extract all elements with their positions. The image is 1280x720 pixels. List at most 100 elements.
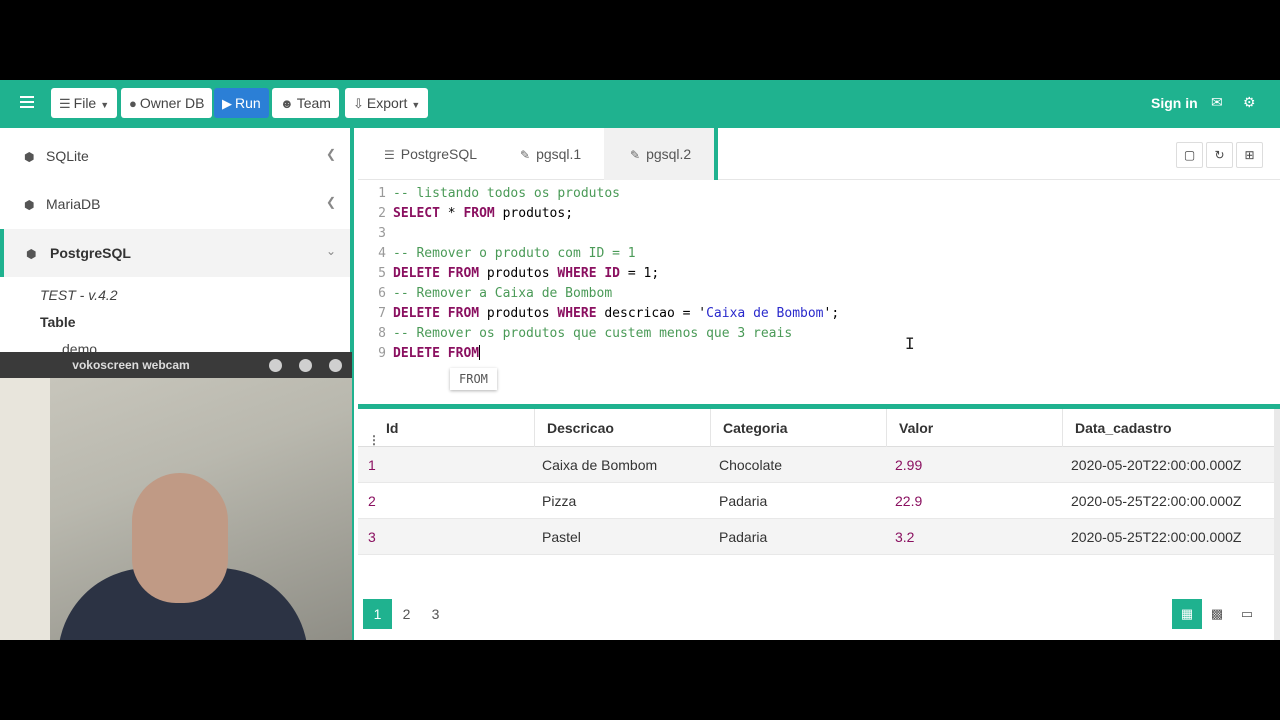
line-number: 4 xyxy=(378,246,386,261)
webcam-overlay: vokoscreen webcam xyxy=(0,352,352,640)
file-menu-button[interactable]: ☰ File ▼ xyxy=(51,88,118,118)
save-button[interactable]: ▢ xyxy=(1176,142,1203,168)
cell-categoria: Padaria xyxy=(719,529,768,545)
export-menu-button[interactable]: ⇩ Export ▼ xyxy=(345,88,429,118)
bar-chart-icon: ▩ xyxy=(1210,606,1224,621)
cell-id: 3 xyxy=(368,529,376,545)
line-number: 1 xyxy=(378,186,386,201)
play-icon: ▶ xyxy=(222,96,232,111)
app-window: ☰ File ▼ ● Owner DB ▶ Run ☻ Team ⇩ Export ▼ Sig… xyxy=(0,80,1280,640)
cell-descricao: Caixa de Bombom xyxy=(542,457,658,473)
column-header-label: Categoria xyxy=(723,420,788,436)
hamburger-icon[interactable] xyxy=(20,96,36,110)
version-label: TEST - v.4.2 xyxy=(40,287,118,303)
cell-valor: 22.9 xyxy=(895,493,923,509)
code-comment: -- Remover os produtos que custem menos … xyxy=(393,326,793,341)
table-row[interactable]: 2 Pizza Padaria 22.9 2020-05-25T22:00:00… xyxy=(358,483,1274,519)
refresh-button[interactable]: ↻ xyxy=(1206,142,1233,168)
users-icon: ☻ xyxy=(280,96,294,111)
line-number: 8 xyxy=(378,326,386,341)
column-header-label: Descricao xyxy=(547,420,614,436)
mouse-ibeam-cursor: I xyxy=(905,334,915,353)
page-button-1[interactable]: 1 xyxy=(363,599,392,629)
autocomplete-suggestion[interactable]: FROM xyxy=(450,368,497,390)
sidebar-item-label: SQLite xyxy=(46,148,89,164)
table-icon: ▦ xyxy=(1180,606,1194,621)
editor-tabs: ☰ PostgreSQL ✎ pgsql.1 ✎ pgsql.2 ▢ ↻ ⊞ xyxy=(358,128,1280,180)
code-statement: DELETE FROM xyxy=(393,345,481,361)
code-statement: DELETE FROM produtos WHERE ID = 1; xyxy=(393,266,660,281)
column-header-data-cadastro[interactable]: Data_cadastro xyxy=(1063,409,1274,447)
webcam-background-door xyxy=(0,378,50,640)
cell-categoria: Padaria xyxy=(719,493,768,509)
owner-db-label: Owner DB xyxy=(139,95,205,111)
text-cursor xyxy=(479,345,481,360)
tab-label: PostgreSQL xyxy=(400,146,478,162)
line-number: 9 xyxy=(378,346,386,361)
caret-down-icon: ▼ xyxy=(100,100,110,110)
chart-view-button[interactable]: ▩ xyxy=(1202,599,1232,629)
table-view-button[interactable]: ▦ xyxy=(1172,599,1202,629)
table-section-heading: Table xyxy=(40,314,76,330)
page-button-3[interactable]: 3 xyxy=(421,599,450,629)
cube-icon: ⬢ xyxy=(24,198,35,212)
gear-icon[interactable]: ⚙ xyxy=(1243,94,1256,111)
envelope-icon[interactable]: ✉ xyxy=(1211,94,1223,111)
chevron-left-icon: ❮ xyxy=(325,147,336,161)
code-statement: SELECT * FROM produtos; xyxy=(393,206,574,221)
cube-icon: ⬢ xyxy=(26,247,37,261)
sign-in-link[interactable]: Sign in xyxy=(1151,95,1198,111)
file-label: File xyxy=(73,95,97,111)
line-number: 3 xyxy=(378,226,386,241)
code-comment: -- Remover a Caixa de Bombom xyxy=(393,286,613,301)
column-header-descricao[interactable]: Descricao xyxy=(535,409,711,447)
cell-descricao: Pizza xyxy=(542,493,577,509)
line-number: 7 xyxy=(378,306,386,321)
table-row[interactable]: 1 Caixa de Bombom Chocolate 2.99 2020-05… xyxy=(358,447,1274,483)
line-number: 6 xyxy=(378,286,386,301)
sidebar-item-mariadb[interactable]: ⬢ MariaDB ❮ xyxy=(0,180,350,228)
cell-descricao: Pastel xyxy=(542,529,581,545)
book-icon: ▭ xyxy=(1240,606,1254,621)
download-icon: ⇩ xyxy=(353,96,364,111)
text-view-button[interactable]: ▭ xyxy=(1232,599,1262,629)
cube-icon: ⬢ xyxy=(24,150,35,164)
column-header-label: Valor xyxy=(899,420,934,436)
webcam-person-head xyxy=(132,473,228,603)
edit-icon: ✎ xyxy=(630,148,641,162)
caret-down-icon: ▼ xyxy=(411,100,421,110)
line-number: 5 xyxy=(378,266,386,281)
cell-valor: 3.2 xyxy=(895,529,915,545)
webcam-video xyxy=(0,378,352,640)
edit-icon: ✎ xyxy=(520,148,531,162)
column-header-categoria[interactable]: Categoria xyxy=(711,409,887,447)
window-maximize-button[interactable] xyxy=(299,359,312,372)
code-comment: -- Remover o produto com ID = 1 xyxy=(393,246,636,261)
code-comment: -- listando todos os produtos xyxy=(393,186,620,201)
window-close-button[interactable] xyxy=(329,359,342,372)
tab-label: pgsql.1 xyxy=(536,146,582,162)
tab-pgsql-2[interactable]: ✎ pgsql.2 xyxy=(604,128,718,180)
sidebar-item-postgresql[interactable]: ⬢ PostgreSQL ⌄ xyxy=(0,229,350,277)
results-panel: ⋮ Id Descricao Categoria Valor Data_cada… xyxy=(358,409,1280,640)
results-scrollbar[interactable] xyxy=(1274,409,1280,640)
tab-pgsql-1[interactable]: ✎ pgsql.1 xyxy=(520,128,581,180)
page-button-2[interactable]: 2 xyxy=(392,599,421,629)
cell-data-cadastro: 2020-05-20T22:00:00.000Z xyxy=(1071,457,1242,473)
run-button[interactable]: ▶ Run xyxy=(214,88,269,118)
column-header-label: Data_cadastro xyxy=(1075,420,1172,436)
window-minimize-button[interactable] xyxy=(269,359,282,372)
sidebar-item-label: PostgreSQL xyxy=(50,245,131,261)
add-tab-button[interactable]: ⊞ xyxy=(1236,142,1263,168)
column-header-valor[interactable]: Valor xyxy=(887,409,1063,447)
team-button[interactable]: ☻ Team xyxy=(272,88,339,118)
column-header-id[interactable]: ⋮ Id xyxy=(358,409,535,447)
owner-db-button[interactable]: ● Owner DB xyxy=(121,88,213,118)
table-row[interactable]: 3 Pastel Padaria 3.2 2020-05-25T22:00:00… xyxy=(358,519,1274,555)
tab-postgresql[interactable]: ☰ PostgreSQL xyxy=(384,128,477,180)
sidebar: ⬢ SQLite ❮ ⬢ MariaDB ❮ ⬢ PostgreSQL ⌄ TE… xyxy=(0,128,354,640)
team-label: Team xyxy=(296,95,331,111)
database-icon: ☰ xyxy=(59,96,71,111)
cell-data-cadastro: 2020-05-25T22:00:00.000Z xyxy=(1071,529,1242,545)
sidebar-item-sqlite[interactable]: ⬢ SQLite ❮ xyxy=(0,132,350,180)
